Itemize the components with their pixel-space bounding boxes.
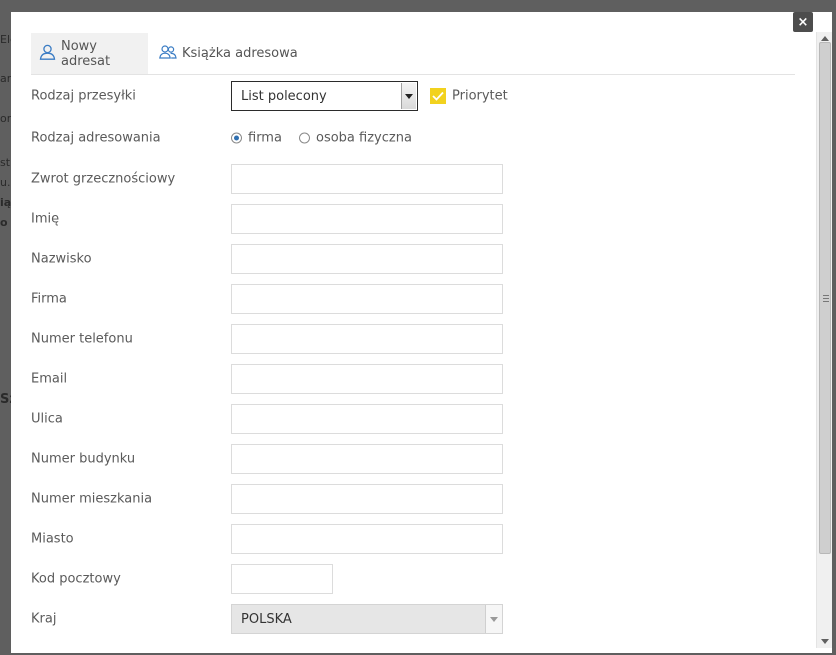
shipment-type-value: List polecony (241, 88, 327, 104)
bg-text-fragment: iąż (0, 196, 11, 209)
addressing-type-label: Rodzaj adresowania (31, 130, 161, 146)
street-input[interactable] (231, 404, 503, 434)
building-number-input[interactable] (231, 444, 503, 474)
shipment-type-label: Rodzaj przesyłki (31, 88, 136, 104)
email-input[interactable] (231, 364, 503, 394)
company-label: Firma (31, 291, 67, 307)
email-row: Email (31, 364, 791, 394)
bg-text-fragment: Ele (0, 33, 11, 46)
city-label: Miasto (31, 531, 74, 547)
city-input[interactable] (231, 524, 503, 554)
close-button[interactable]: × (793, 12, 813, 32)
postal-code-row: Kod pocztowy (31, 564, 791, 594)
country-label: Kraj (31, 611, 57, 627)
recipient-tabs: Nowy adresat Książka adresowa (31, 33, 795, 75)
chevron-down-icon[interactable] (401, 83, 416, 109)
shipment-type-select[interactable]: List polecony (231, 81, 418, 111)
apartment-number-label: Numer mieszkania (31, 491, 153, 507)
street-row: Ulica (31, 404, 791, 434)
apartment-number-row: Numer mieszkania (31, 484, 791, 514)
phone-label: Numer telefonu (31, 331, 133, 347)
email-label: Email (31, 371, 68, 387)
salutation-label: Zwrot grzecznościowy (31, 171, 176, 187)
bg-text-fragment: are (0, 72, 11, 85)
phone-input[interactable] (231, 324, 503, 354)
bg-text-fragment: st (0, 156, 11, 169)
postal-code-input[interactable] (231, 564, 333, 594)
street-label: Ulica (31, 411, 63, 427)
salutation-row: Zwrot grzecznościowy (31, 164, 791, 194)
country-value: POLSKA (241, 611, 292, 627)
radio-individual[interactable] (299, 132, 310, 144)
bg-text-fragment: or (0, 112, 11, 125)
chevron-down-icon[interactable] (485, 605, 502, 633)
city-row: Miasto (31, 524, 791, 554)
scrollbar-thumb[interactable] (819, 42, 831, 554)
building-number-label: Numer budynku (31, 451, 136, 467)
last-name-row: Nazwisko (31, 244, 791, 274)
close-icon: × (797, 14, 809, 30)
priority-checkbox[interactable] (430, 88, 446, 104)
last-name-input[interactable] (231, 244, 503, 274)
priority-label: Priorytet (452, 88, 508, 104)
first-name-label: Imię (31, 211, 60, 227)
bg-text-fragment: Sz (0, 392, 11, 407)
building-number-row: Numer budynku (31, 444, 791, 474)
last-name-label: Nazwisko (31, 251, 92, 267)
company-input[interactable] (231, 284, 503, 314)
tab-label: Książka adresowa (182, 46, 298, 61)
country-select[interactable]: POLSKA (231, 604, 503, 634)
first-name-row: Imię (31, 204, 791, 234)
bg-text-fragment: o (0, 216, 8, 229)
new-recipient-dialog: Nowy adresat Książka adresowa Rodzaj prz… (11, 12, 832, 653)
postal-code-label: Kod pocztowy (31, 571, 121, 587)
salutation-input[interactable] (231, 164, 503, 194)
radio-company-label: firma (248, 130, 282, 146)
contacts-icon (159, 44, 182, 64)
check-icon (432, 91, 444, 101)
company-row: Firma (31, 284, 791, 314)
tab-label: Nowy adresat (61, 38, 111, 69)
addressing-type-row: Rodzaj adresowania firma osoba fizyczna (31, 123, 791, 153)
tab-address-book[interactable]: Książka adresowa (151, 33, 308, 74)
person-icon (39, 44, 61, 64)
shipment-type-row: Rodzaj przesyłki List polecony Priorytet (31, 81, 791, 111)
scroll-down-icon[interactable] (821, 639, 829, 644)
scroll-up-icon[interactable] (821, 36, 829, 41)
country-row: Kraj POLSKA (31, 604, 791, 634)
bg-text-fragment: u. (0, 176, 11, 189)
radio-company[interactable] (231, 132, 242, 144)
radio-individual-label: osoba fizyczna (316, 130, 412, 146)
tab-new-recipient[interactable]: Nowy adresat (31, 33, 148, 74)
first-name-input[interactable] (231, 204, 503, 234)
dialog-scrollbar[interactable] (816, 32, 832, 648)
phone-row: Numer telefonu (31, 324, 791, 354)
grip-icon (823, 295, 829, 304)
apartment-number-input[interactable] (231, 484, 503, 514)
